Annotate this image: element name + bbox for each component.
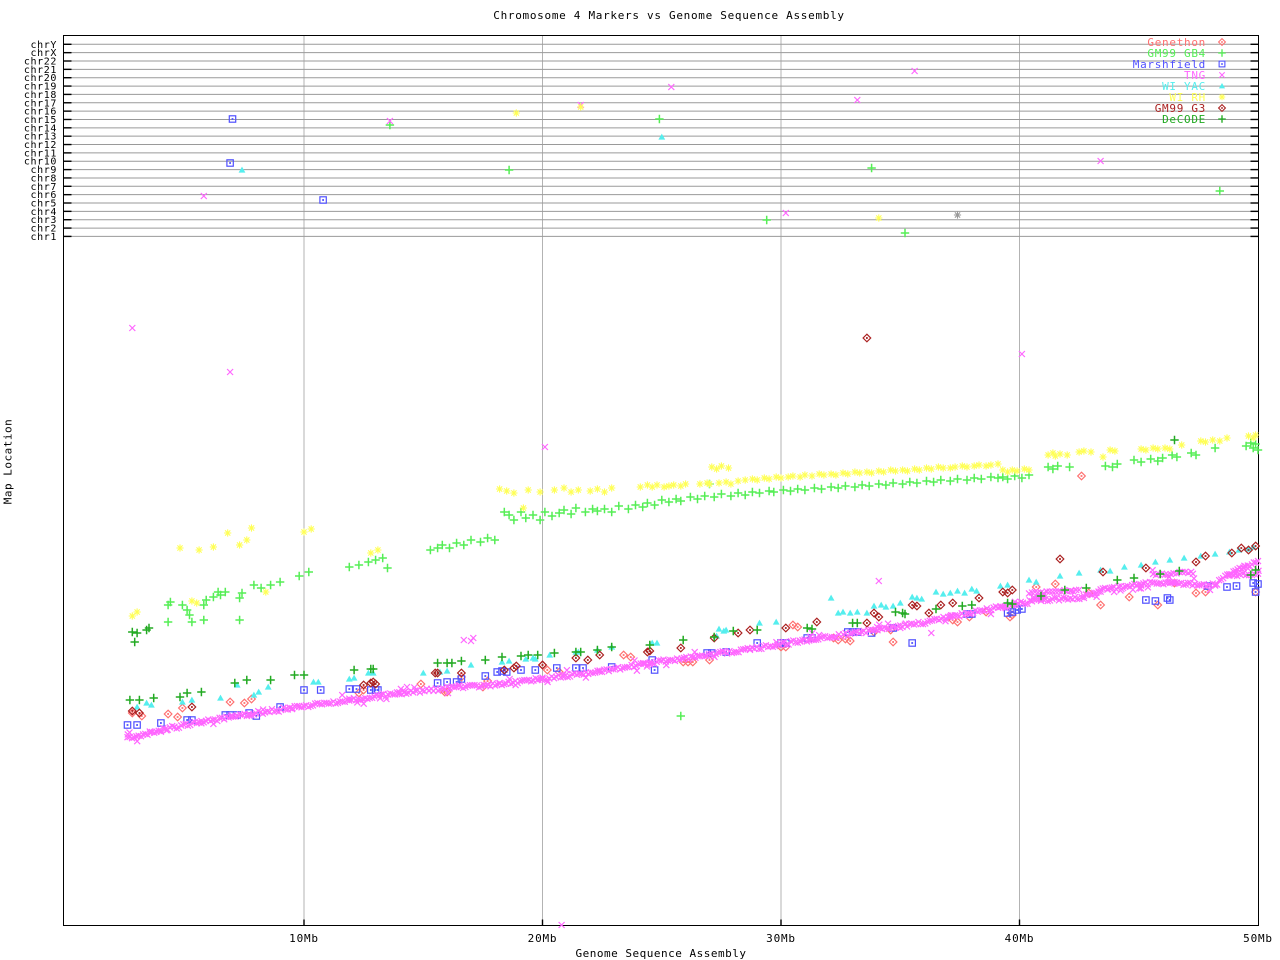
x-tick-label: 30Mb — [766, 932, 796, 945]
x-tick-label: 10Mb — [289, 932, 319, 945]
chromosome-tracks: chrYchrXchr22chr21chr20chr19chr18chr17ch… — [24, 40, 1259, 243]
series-gm99-gb4 — [163, 114, 1263, 721]
gridlines — [303, 35, 1020, 926]
series-decode — [125, 435, 1260, 705]
chart-page: Chromosome 4 Markers vs Genome Sequence … — [0, 0, 1280, 960]
x-axis-ticks: 10Mb 20Mb 30Mb 40Mb 50Mb — [289, 919, 1273, 945]
misc-points — [953, 211, 962, 219]
series-tng — [124, 67, 1262, 929]
legend-label: DeCODE — [1162, 113, 1206, 126]
chromosome-label: chr1 — [31, 232, 57, 243]
legend: GenethonGM99 GB4MarshfieldTNGWI YACWI RH… — [1133, 36, 1227, 126]
series-wi-rh — [128, 103, 1260, 620]
x-tick-label: 50Mb — [1243, 932, 1273, 945]
plot-area: chrYchrXchr22chr21chr20chr19chr18chr17ch… — [24, 35, 1273, 945]
series-marshfield — [123, 115, 1262, 729]
x-tick-label: 40Mb — [1005, 932, 1035, 945]
x-tick-label: 20Mb — [528, 932, 558, 945]
